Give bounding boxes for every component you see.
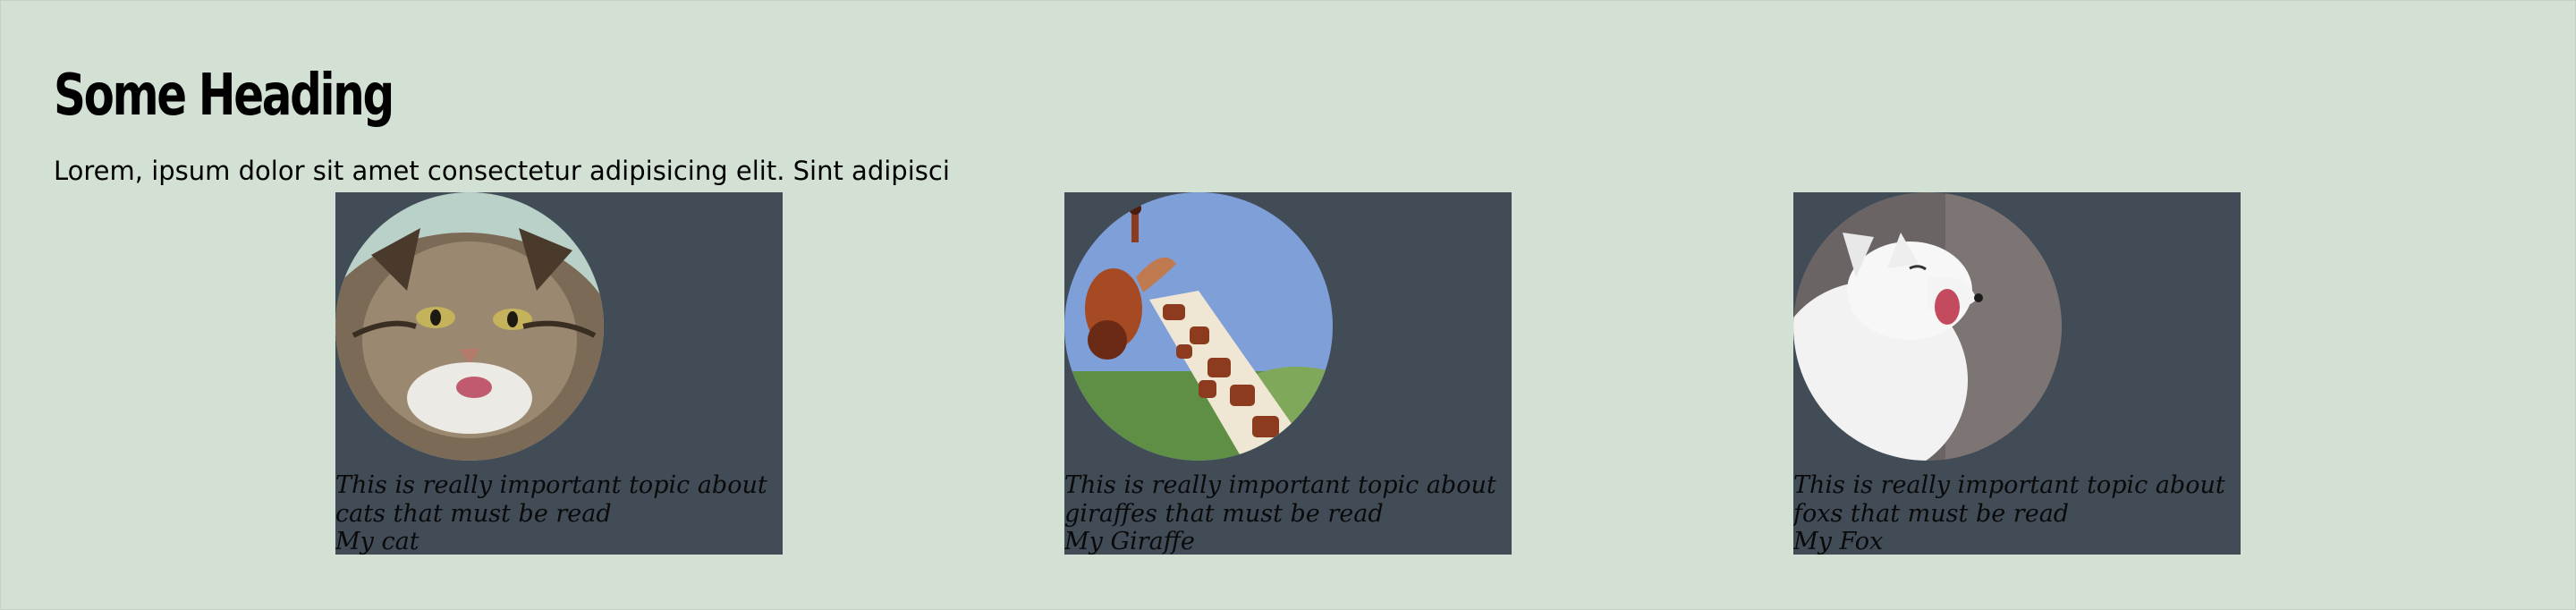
fox-photo: [1793, 192, 2062, 461]
card-title: My Fox: [1793, 528, 1884, 555]
card-fox: This is really important topic about fox…: [1793, 192, 2241, 555]
card-title: My cat: [335, 528, 419, 555]
card-cat: This is really important topic about cat…: [335, 192, 783, 555]
giraffe-photo: [1064, 192, 1333, 461]
page-heading: Some Heading: [54, 63, 394, 129]
card-caption: This is really important topic about fox…: [1793, 471, 2225, 528]
intro-text: Lorem, ipsum dolor sit amet consectetur …: [54, 156, 950, 186]
card-caption: This is really important topic about cat…: [335, 471, 767, 528]
card-title: My Giraffe: [1064, 528, 1195, 555]
cat-photo: [335, 192, 604, 461]
card-giraffe: This is really important topic about gir…: [1064, 192, 1512, 555]
card-caption: This is really important topic about gir…: [1064, 471, 1496, 528]
